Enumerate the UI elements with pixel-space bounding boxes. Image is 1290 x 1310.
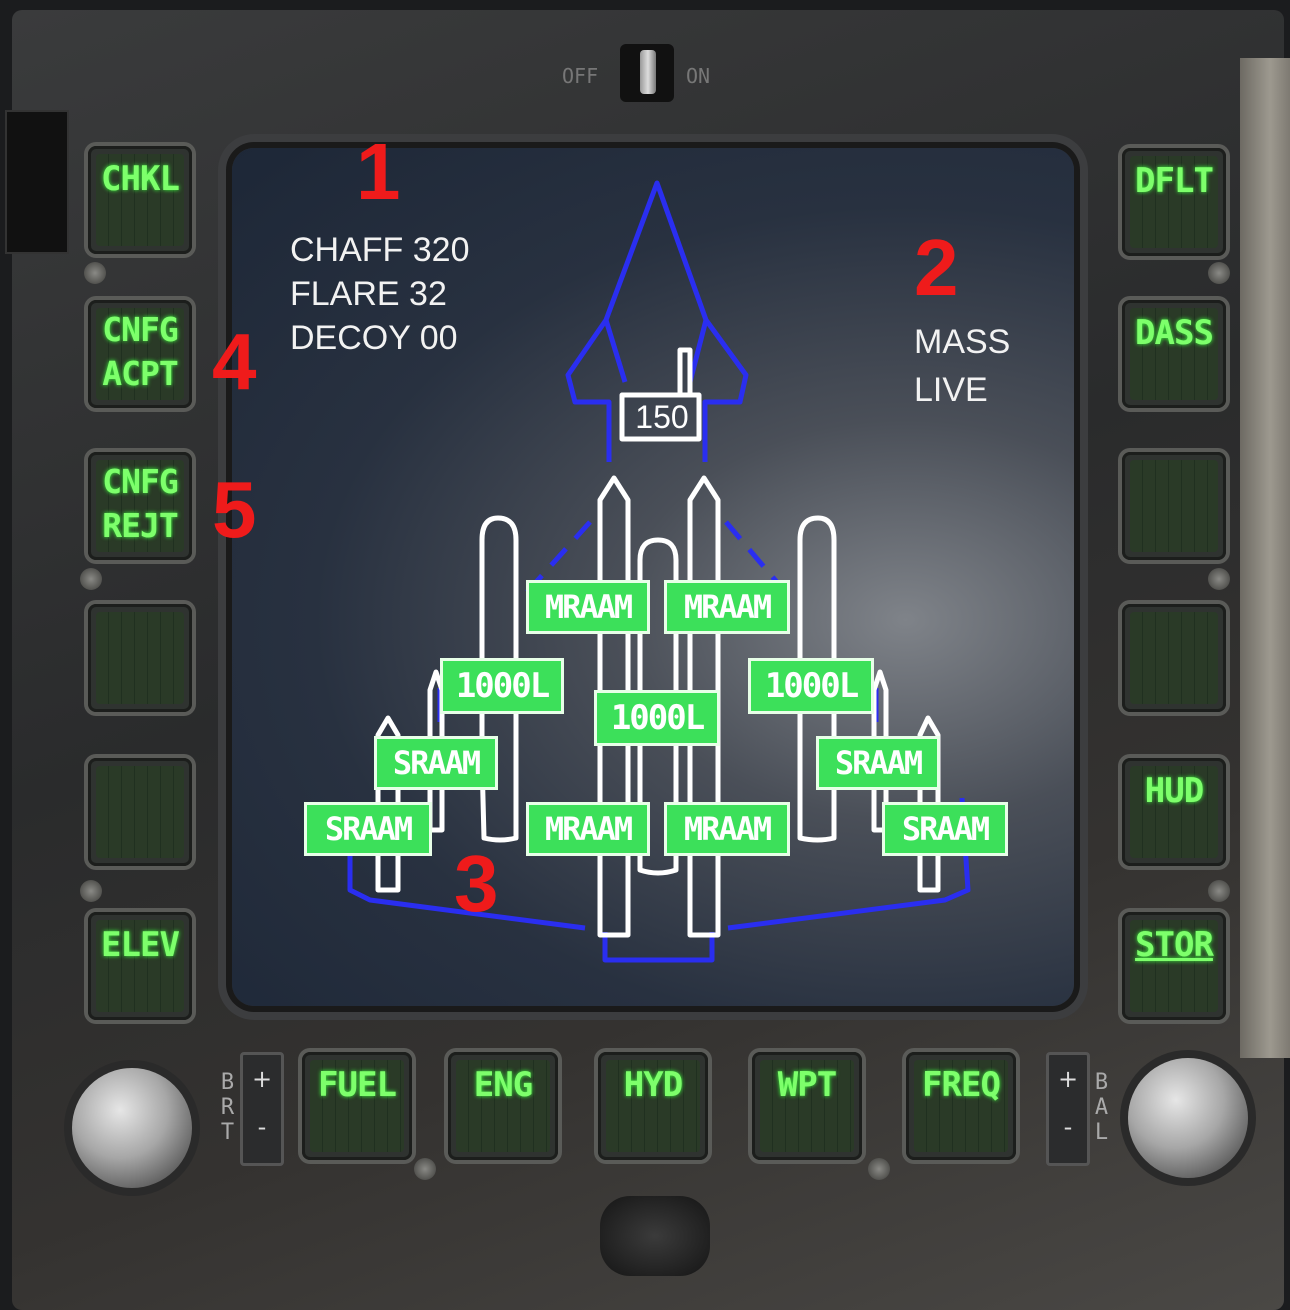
- store-label-sraam-left-mid[interactable]: SRAAM: [374, 736, 498, 790]
- store-label-mraam-left-fwd[interactable]: MRAAM: [526, 580, 650, 634]
- osb-label: HUD: [1144, 771, 1204, 811]
- brightness-label-text: BRT: [215, 1070, 240, 1145]
- screw: [868, 1158, 890, 1180]
- screw: [414, 1158, 436, 1180]
- osb-bottom-freq[interactable]: FREQ: [906, 1052, 1016, 1160]
- osb-right-5-hud[interactable]: HUD: [1122, 758, 1226, 866]
- arm-state: LIVE: [914, 371, 988, 409]
- osb-right-4[interactable]: [1122, 604, 1226, 712]
- osb-label: STOR: [1135, 925, 1214, 965]
- brightness-rocker[interactable]: + -: [240, 1052, 284, 1166]
- osb-bottom-wpt[interactable]: WPT: [752, 1052, 862, 1160]
- osb-label: CNFG REJT: [102, 462, 178, 545]
- store-label-sraam-left-outer[interactable]: SRAAM: [304, 802, 432, 856]
- osb-label: DASS: [1135, 313, 1214, 353]
- store-label-sraam-right-mid[interactable]: SRAAM: [816, 736, 940, 790]
- balance-plus[interactable]: +: [1049, 1055, 1087, 1103]
- annotation-4: 4: [212, 317, 257, 406]
- osb-bottom-hyd[interactable]: HYD: [598, 1052, 708, 1160]
- osb-label: ENG: [473, 1065, 533, 1105]
- osb-left-1-chkl[interactable]: CHKL: [88, 146, 192, 254]
- screw: [1208, 568, 1230, 590]
- balance-minus[interactable]: -: [1049, 1103, 1087, 1151]
- osb-left-4[interactable]: [88, 604, 192, 712]
- bottom-connector: [600, 1196, 710, 1276]
- brightness-plus[interactable]: +: [243, 1055, 281, 1103]
- osb-right-3[interactable]: [1122, 452, 1226, 560]
- annotation-1: 1: [356, 127, 401, 216]
- osb-label: CHKL: [101, 159, 180, 199]
- screw: [80, 880, 102, 902]
- flare-count: FLARE 32: [290, 275, 447, 313]
- screw: [1208, 880, 1230, 902]
- store-label-mraam-right-fwd[interactable]: MRAAM: [664, 580, 790, 634]
- osb-label: HYD: [623, 1065, 683, 1105]
- osb-right-2-dass[interactable]: DASS: [1122, 300, 1226, 408]
- screw: [84, 262, 106, 284]
- brightness-knob[interactable]: [72, 1068, 192, 1188]
- brightness-minus[interactable]: -: [243, 1103, 281, 1151]
- balance-rocker[interactable]: + -: [1046, 1052, 1090, 1166]
- osb-bottom-fuel[interactable]: FUEL: [302, 1052, 412, 1160]
- balance-knob[interactable]: [1128, 1058, 1248, 1178]
- balance-label-text: BAL: [1089, 1070, 1114, 1145]
- store-label-sraam-right-outer[interactable]: SRAAM: [882, 802, 1008, 856]
- osb-label: WPT: [777, 1065, 837, 1105]
- osb-right-1-dflt[interactable]: DFLT: [1122, 148, 1226, 256]
- osb-label: ELEV: [101, 925, 180, 965]
- osb-bottom-eng[interactable]: ENG: [448, 1052, 558, 1160]
- chaff-count: CHAFF 320: [290, 231, 470, 269]
- osb-label: FREQ: [922, 1065, 1001, 1105]
- osb-right-6-stor[interactable]: STOR: [1122, 912, 1226, 1020]
- screw: [1208, 262, 1230, 284]
- osb-label: DFLT: [1135, 161, 1214, 201]
- annotation-2: 2: [914, 223, 959, 312]
- store-label-tank-right[interactable]: 1000L: [748, 658, 874, 714]
- osb-label: CNFG ACPT: [102, 310, 178, 393]
- store-label-tank-left[interactable]: 1000L: [440, 658, 564, 714]
- decoy-count: DECOY 00: [290, 319, 458, 357]
- balance-label: BAL: [1089, 1070, 1114, 1150]
- store-label-mraam-right-aft[interactable]: MRAAM: [664, 802, 790, 856]
- store-label-mraam-left-aft[interactable]: MRAAM: [526, 802, 650, 856]
- osb-left-5[interactable]: [88, 758, 192, 866]
- master-arm-mode: MASS: [914, 323, 1011, 361]
- osb-left-3-cnfg-rejt[interactable]: CNFG REJT: [88, 452, 192, 560]
- gun-rounds: 150: [635, 399, 689, 435]
- osb-left-2-cnfg-acpt[interactable]: CNFG ACPT: [88, 300, 192, 408]
- screw: [80, 568, 102, 590]
- annotation-5: 5: [212, 465, 257, 554]
- annotation-3: 3: [454, 839, 499, 928]
- osb-left-6-elev[interactable]: ELEV: [88, 912, 192, 1020]
- osb-label: FUEL: [318, 1065, 397, 1105]
- brightness-label: BRT: [215, 1070, 240, 1150]
- store-label-tank-center[interactable]: 1000L: [594, 690, 720, 746]
